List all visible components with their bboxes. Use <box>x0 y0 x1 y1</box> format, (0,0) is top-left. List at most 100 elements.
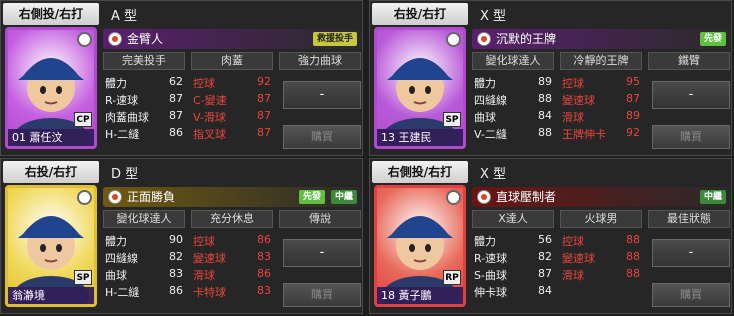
stat-label: 指叉球 <box>193 128 226 141</box>
stat-row: 伸卡球 84 <box>474 283 646 300</box>
player-portrait[interactable]: SP 13 王建民 <box>374 27 466 149</box>
stat-label: 曲球 <box>474 111 496 124</box>
skill-tag: X達人 <box>472 210 554 228</box>
card-name-bar: 金臂人 救援投手 <box>103 29 361 49</box>
stat-label: 滑球 <box>562 269 584 282</box>
stat-label: S-曲球 <box>474 269 507 282</box>
stat-row: 體力 89 控球 95 <box>474 74 646 91</box>
skill-list: 完美投手 肉蓋 強力曲球 <box>103 52 361 70</box>
role-badge: 中繼 <box>699 190 726 204</box>
stats-table: 體力 90 控球 86 四縫線 82 變速球 83 曲球 83 滑球 86 H-… <box>105 232 277 300</box>
stat-label: 四縫線 <box>474 94 507 107</box>
stat-value: 62 <box>169 75 183 88</box>
select-slot-button[interactable]: - <box>283 239 361 267</box>
stat-value: 87 <box>169 109 183 122</box>
skill-tag: 充分休息 <box>191 210 273 228</box>
skill-list: 變化球達人 冷靜的王牌 鐵臂 <box>472 52 730 70</box>
stat-value: 86 <box>257 233 271 246</box>
stat-row: 體力 56 控球 88 <box>474 232 646 249</box>
role-badge: 先發 <box>699 32 726 46</box>
role-badge: 中繼 <box>330 190 357 204</box>
stat-label: R-速球 <box>105 94 139 107</box>
stat-value: 87 <box>257 92 271 105</box>
position-badge: RP <box>443 270 461 285</box>
role-badge: 先發 <box>298 190 325 204</box>
player-card: 右側投/右打 A 型 CP 01 蕭任汶 金臂人 救援投手 完美投手 肉蓋 強力曲球… <box>0 0 363 156</box>
stat-value: 84 <box>538 284 552 297</box>
position-badge: CP <box>74 112 92 127</box>
type-label: X 型 <box>480 167 507 182</box>
buy-button[interactable]: 購買 <box>652 283 730 307</box>
stat-row: 體力 90 控球 86 <box>105 232 277 249</box>
card-name-bar: 直球壓制者 中繼 <box>472 187 730 207</box>
card-name: 金臂人 <box>127 32 164 46</box>
card-name-bar: 沉默的王牌 先發 <box>472 29 730 49</box>
baseball-icon <box>77 32 92 47</box>
stat-value: 87 <box>257 109 271 122</box>
stat-value: 92 <box>626 126 640 139</box>
stat-label: 變速球 <box>193 252 226 265</box>
stat-label: 控球 <box>193 77 215 90</box>
stat-value: 83 <box>169 267 183 280</box>
card-grid: 右側投/右打 A 型 CP 01 蕭任汶 金臂人 救援投手 完美投手 肉蓋 強力曲球… <box>0 0 734 316</box>
role-badge: 救援投手 <box>312 32 357 46</box>
stat-value: 88 <box>626 250 640 263</box>
stat-label: R-速球 <box>474 252 508 265</box>
hand-label: 右側投/右打 <box>3 3 99 25</box>
skill-tag: 傳說 <box>279 210 361 228</box>
type-label: D 型 <box>111 167 139 182</box>
stat-value: 86 <box>257 267 271 280</box>
player-name: 18 黃子鵬 <box>377 287 463 304</box>
stat-value: 87 <box>257 126 271 139</box>
stat-row: 四縫線 88 變速球 87 <box>474 91 646 108</box>
buy-button[interactable]: 購買 <box>652 125 730 149</box>
stat-label: 體力 <box>105 77 127 90</box>
stat-value: 95 <box>626 75 640 88</box>
stat-value: 89 <box>538 75 552 88</box>
stat-label: 變速球 <box>562 94 595 107</box>
stat-label: 伸卡球 <box>474 286 507 299</box>
buy-button[interactable]: 購買 <box>283 125 361 149</box>
stat-label: 控球 <box>562 235 584 248</box>
stat-label: 滑球 <box>193 269 215 282</box>
pitch-icon <box>108 32 122 46</box>
type-label: X 型 <box>480 9 507 24</box>
stat-label: 體力 <box>474 77 496 90</box>
stat-label: V-二縫 <box>474 128 507 141</box>
baseball-icon <box>446 32 461 47</box>
player-name: 01 蕭任汶 <box>8 129 94 146</box>
stat-value: 84 <box>538 109 552 122</box>
player-card: 右側投/右打 X 型 RP 18 黃子鵬 直球壓制者 中繼 X達人 火球男 最佳狀態… <box>369 158 732 314</box>
stat-row: R-速球 82 變速球 88 <box>474 249 646 266</box>
buy-button[interactable]: 購買 <box>283 283 361 307</box>
stat-value: 82 <box>169 250 183 263</box>
pitch-icon <box>477 32 491 46</box>
select-slot-button[interactable]: - <box>652 81 730 109</box>
hand-label: 右投/右打 <box>3 161 99 183</box>
stat-value: 87 <box>538 267 552 280</box>
stat-label: V-滑球 <box>193 111 226 124</box>
stat-label: C-變速 <box>193 94 227 107</box>
stat-row: 曲球 83 滑球 86 <box>105 266 277 283</box>
skill-tag: 冷靜的王牌 <box>560 52 642 70</box>
stat-value: 87 <box>169 92 183 105</box>
player-portrait[interactable]: RP 18 黃子鵬 <box>374 185 466 307</box>
pitch-icon <box>108 190 122 204</box>
select-slot-button[interactable]: - <box>283 81 361 109</box>
card-name-bar: 正面勝負 中繼 先發 <box>103 187 361 207</box>
skill-tag: 完美投手 <box>103 52 185 70</box>
stat-label: 體力 <box>474 235 496 248</box>
pitch-icon <box>477 190 491 204</box>
player-portrait[interactable]: SP 翁瀞境 <box>5 185 97 307</box>
baseball-icon <box>77 190 92 205</box>
stat-value: 82 <box>538 250 552 263</box>
select-slot-button[interactable]: - <box>652 239 730 267</box>
player-portrait[interactable]: CP 01 蕭任汶 <box>5 27 97 149</box>
stat-value: 88 <box>538 92 552 105</box>
stat-label: 控球 <box>562 77 584 90</box>
stat-value: 86 <box>169 126 183 139</box>
stat-value: 56 <box>538 233 552 246</box>
stat-value: 89 <box>626 109 640 122</box>
stat-value: 90 <box>169 233 183 246</box>
player-name: 13 王建民 <box>377 129 463 146</box>
